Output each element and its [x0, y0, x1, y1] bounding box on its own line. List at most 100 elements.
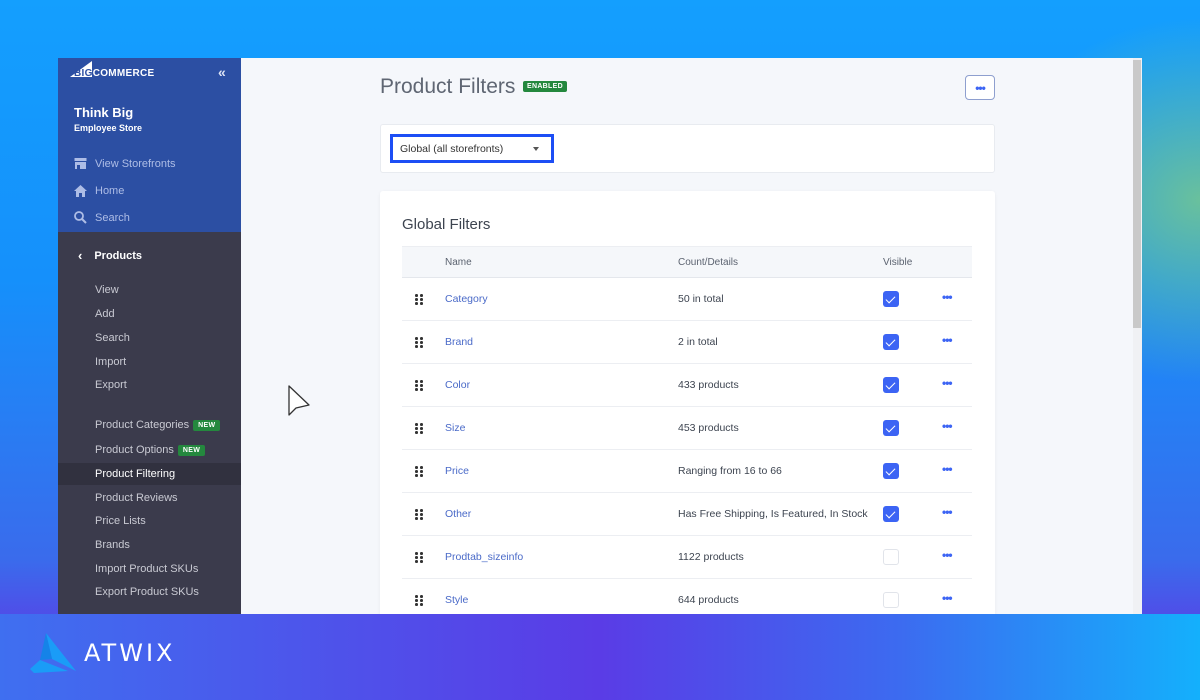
filter-name-link[interactable]: Category: [445, 293, 488, 305]
sidebar-item-product-categories[interactable]: Product Categories NEW: [58, 414, 241, 436]
sidebar-item-import-product-skus[interactable]: Import Product SKUs: [58, 558, 241, 580]
table-row: Style 644 products •••: [402, 579, 972, 614]
row-more-button[interactable]: •••: [942, 548, 953, 562]
filter-count: 453 products: [678, 422, 739, 434]
sidebar-item-product-options[interactable]: Product Options NEW: [58, 439, 241, 461]
sidebar-item-product-reviews[interactable]: Product Reviews: [58, 487, 241, 509]
drag-handle-icon[interactable]: [415, 337, 423, 348]
double-chevron-left-icon[interactable]: «: [218, 64, 226, 80]
filter-count: 1122 products: [678, 551, 744, 563]
row-more-button[interactable]: •••: [942, 333, 953, 347]
bigcommerce-logo[interactable]: BIGCOMMERCE: [68, 61, 155, 82]
sidebar-item-label: Import: [95, 356, 127, 368]
scrollbar-thumb[interactable]: [1133, 60, 1141, 328]
logo-text-commerce: COMMERCE: [92, 67, 155, 79]
filter-name-link[interactable]: Style: [445, 594, 468, 606]
sidebar-item-price-lists[interactable]: Price Lists: [58, 510, 241, 532]
sidebar-link-home[interactable]: Home: [74, 185, 124, 197]
table-row: Category 50 in total •••: [402, 278, 972, 321]
sidebar-link-search[interactable]: Search: [74, 211, 130, 224]
sidebar-item-export-product-skus[interactable]: Export Product SKUs: [58, 581, 241, 603]
drag-handle-icon[interactable]: [415, 294, 423, 305]
status-badge: ENABLED: [523, 81, 567, 92]
visible-checkbox[interactable]: [883, 291, 899, 307]
section-title: Products: [94, 249, 143, 262]
sidebar-item-import[interactable]: Import: [58, 351, 241, 373]
visible-checkbox[interactable]: [883, 592, 899, 608]
home-icon: [74, 185, 87, 197]
visible-checkbox[interactable]: [883, 377, 899, 393]
filter-count: Has Free Shipping, Is Featured, In Stock: [678, 508, 868, 520]
visible-checkbox[interactable]: [883, 334, 899, 350]
sidebar-section-products[interactable]: ‹ Products: [78, 248, 142, 263]
table-row: Price Ranging from 16 to 66 •••: [402, 450, 972, 493]
chevron-left-icon: ‹: [78, 248, 83, 263]
storefront-select-card: Global (all storefronts): [380, 124, 995, 173]
sidebar-item-label: Brands: [95, 539, 130, 551]
sidebar-item-search[interactable]: Search: [58, 327, 241, 349]
row-more-button[interactable]: •••: [942, 376, 953, 390]
sidebar: BIGCOMMERCE « Think Big Employee Store V…: [58, 58, 241, 614]
table-row: Brand 2 in total •••: [402, 321, 972, 364]
row-more-button[interactable]: •••: [942, 419, 953, 433]
sidebar-item-brands[interactable]: Brands: [58, 534, 241, 556]
sidebar-link-label: Search: [95, 211, 130, 224]
storefront-select[interactable]: Global (all storefronts): [390, 134, 554, 163]
column-header-name: Name: [445, 257, 472, 268]
new-badge: NEW: [177, 444, 206, 456]
drag-handle-icon[interactable]: [415, 466, 423, 477]
row-more-button[interactable]: •••: [942, 505, 953, 519]
filter-name-link[interactable]: Brand: [445, 336, 473, 348]
filter-name-link[interactable]: Color: [445, 379, 470, 391]
drag-handle-icon[interactable]: [415, 380, 423, 391]
sidebar-item-label: Add: [95, 308, 115, 320]
drag-handle-icon[interactable]: [415, 509, 423, 520]
app-window: BIGCOMMERCE « Think Big Employee Store V…: [58, 58, 1142, 614]
more-icon: •••: [975, 80, 986, 95]
filter-name-link[interactable]: Prodtab_sizeinfo: [445, 551, 523, 563]
drag-handle-icon[interactable]: [415, 552, 423, 563]
sidebar-item-label: Search: [95, 332, 130, 344]
sidebar-item-product-filtering[interactable]: Product Filtering: [58, 463, 241, 485]
table-row: Color 433 products •••: [402, 364, 972, 407]
sidebar-link-label: View Storefronts: [95, 158, 176, 170]
global-filters-card: Global Filters Name Count/Details Visibl…: [380, 191, 995, 614]
store-subtitle: Employee Store: [74, 123, 143, 133]
column-header-visible: Visible: [883, 257, 913, 268]
sidebar-item-view[interactable]: View: [58, 279, 241, 301]
visible-checkbox[interactable]: [883, 463, 899, 479]
visible-checkbox[interactable]: [883, 549, 899, 565]
sidebar-item-add[interactable]: Add: [58, 303, 241, 325]
filter-name-link[interactable]: Size: [445, 422, 465, 434]
table-row: Prodtab_sizeinfo 1122 products •••: [402, 536, 972, 579]
sidebar-item-label: Export Product SKUs: [95, 586, 199, 598]
table-header: Name Count/Details Visible: [402, 246, 972, 278]
row-more-button[interactable]: •••: [942, 591, 953, 605]
filter-count: Ranging from 16 to 66: [678, 465, 782, 477]
filter-name-link[interactable]: Other: [445, 508, 471, 520]
page-more-button[interactable]: •••: [965, 75, 995, 100]
sidebar-link-label: Home: [95, 185, 125, 197]
visible-checkbox[interactable]: [883, 420, 899, 436]
table-row: Size 453 products •••: [402, 407, 972, 450]
column-header-count: Count/Details: [678, 257, 739, 268]
row-more-button[interactable]: •••: [942, 290, 953, 304]
filters-table: Name Count/Details Visible Category 50 in…: [402, 246, 972, 614]
filter-count: 433 products: [678, 379, 739, 391]
sidebar-item-export[interactable]: Export: [58, 374, 241, 396]
background-bottom: [0, 614, 1200, 700]
filter-count: 2 in total: [678, 336, 718, 348]
table-row: Other Has Free Shipping, Is Featured, In …: [402, 493, 972, 536]
new-badge: NEW: [193, 419, 221, 431]
drag-handle-icon[interactable]: [415, 595, 423, 606]
logo-text-big: BIG: [74, 67, 93, 79]
atwix-mark-icon: [30, 633, 76, 673]
sidebar-item-label: Export: [95, 379, 127, 391]
row-more-button[interactable]: •••: [942, 462, 953, 476]
filter-name-link[interactable]: Price: [445, 465, 469, 477]
visible-checkbox[interactable]: [883, 506, 899, 522]
sidebar-item-label: Product Options: [95, 444, 174, 456]
atwix-logo: ATWIX: [30, 633, 175, 673]
sidebar-link-view-storefronts[interactable]: View Storefronts: [74, 158, 176, 170]
drag-handle-icon[interactable]: [415, 423, 423, 434]
